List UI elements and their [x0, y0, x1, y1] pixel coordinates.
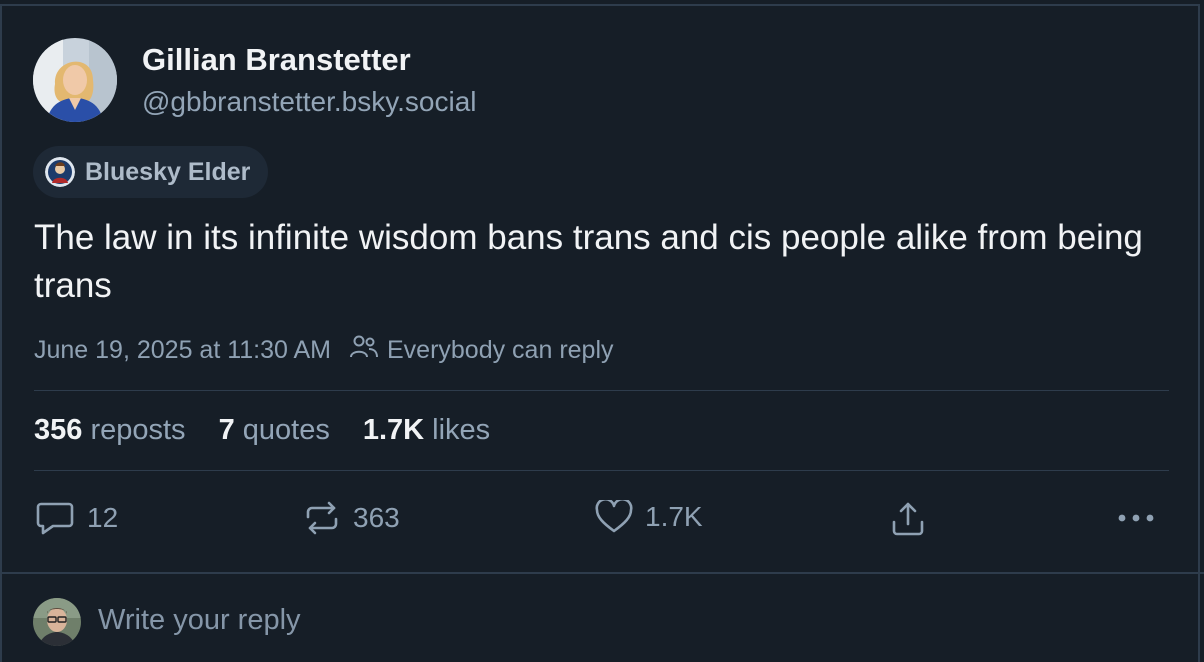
post-text: The law in its infinite wisdom bans tran…: [34, 218, 1143, 305]
divider-bottom: [34, 470, 1169, 471]
more-options-icon: [1116, 508, 1158, 528]
reply-setting-label: Everybody can reply: [387, 336, 614, 364]
like-count: 1.7K: [645, 501, 703, 532]
author-avatar[interactable]: [33, 38, 117, 122]
composer-divider: [0, 572, 1204, 574]
reply-button[interactable]: 12: [35, 500, 118, 536]
author-handle[interactable]: @gbbranstetter.bsky.social: [142, 86, 477, 118]
author-display-name[interactable]: Gillian Branstetter: [142, 42, 411, 78]
reply-input[interactable]: Write your reply: [98, 604, 301, 637]
reply-count: 12: [87, 502, 119, 533]
likes-count: 1.7K: [362, 414, 425, 446]
divider-top: [34, 390, 1169, 391]
quotes-count: 7: [218, 414, 235, 446]
post-stats: 356 reposts 7 quotes 1.7K likes: [34, 414, 523, 447]
quotes-label: quotes: [242, 414, 330, 446]
repost-button[interactable]: 363: [303, 500, 400, 536]
reposts-stat[interactable]: 356 reposts: [34, 414, 186, 447]
post-meta: June 19, 2025 at 11:30 AM Everybody can …: [34, 334, 614, 367]
current-user-avatar: [33, 598, 81, 646]
likes-label: likes: [432, 414, 491, 446]
reposts-count: 356: [34, 414, 83, 446]
share-icon: [889, 500, 927, 538]
people-icon: [349, 334, 379, 367]
like-button[interactable]: 1.7K: [595, 500, 703, 534]
reply-setting[interactable]: Everybody can reply: [349, 334, 614, 367]
badge-avatar-icon: [45, 157, 75, 187]
quotes-stat[interactable]: 7 quotes: [219, 414, 330, 447]
badge-label: Bluesky Elder: [85, 157, 251, 186]
reply-icon: [35, 500, 75, 536]
likes-stat[interactable]: 1.7K likes: [363, 414, 490, 447]
repost-icon: [303, 500, 341, 536]
post-timestamp[interactable]: June 19, 2025 at 11:30 AM: [34, 336, 331, 365]
more-options-button[interactable]: [1116, 508, 1158, 528]
verification-badge[interactable]: Bluesky Elder: [33, 146, 269, 198]
share-button[interactable]: [889, 500, 927, 538]
heart-icon: [595, 500, 633, 534]
repost-count: 363: [353, 502, 400, 533]
reposts-label: reposts: [90, 414, 186, 446]
